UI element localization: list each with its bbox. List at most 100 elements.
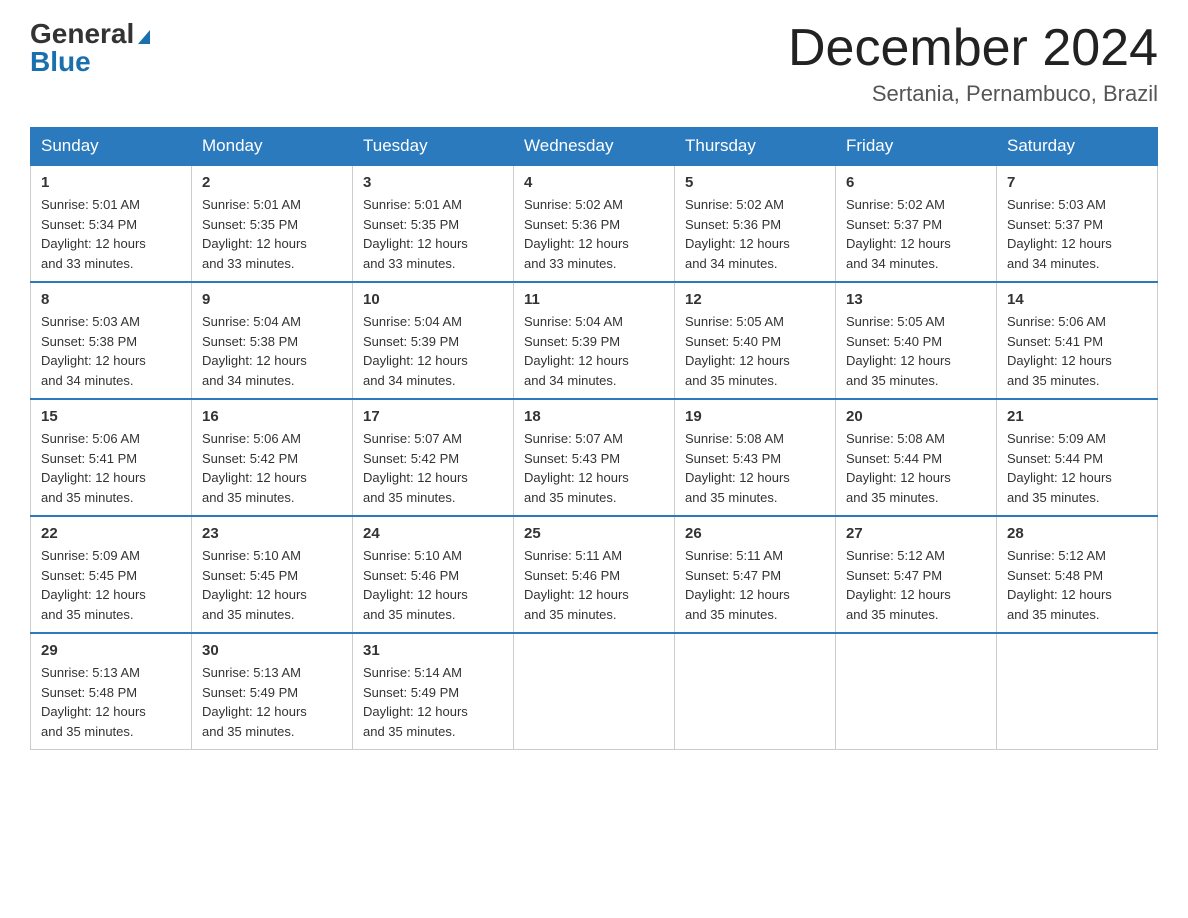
day-number: 5: [685, 174, 825, 191]
day-info: Sunrise: 5:02 AMSunset: 5:36 PMDaylight:…: [685, 197, 790, 271]
calendar-cell: 13 Sunrise: 5:05 AMSunset: 5:40 PMDaylig…: [836, 282, 997, 399]
day-number: 22: [41, 525, 181, 542]
logo-general-text: General: [30, 18, 134, 49]
calendar-cell: 9 Sunrise: 5:04 AMSunset: 5:38 PMDayligh…: [192, 282, 353, 399]
logo: General Blue: [30, 20, 150, 76]
logo-blue-text: Blue: [30, 48, 91, 76]
calendar-cell: 12 Sunrise: 5:05 AMSunset: 5:40 PMDaylig…: [675, 282, 836, 399]
day-number: 14: [1007, 291, 1147, 308]
day-info: Sunrise: 5:08 AMSunset: 5:43 PMDaylight:…: [685, 431, 790, 505]
page-header: General Blue December 2024 Sertania, Per…: [30, 20, 1158, 107]
header-tuesday: Tuesday: [353, 128, 514, 166]
calendar-cell: 2 Sunrise: 5:01 AMSunset: 5:35 PMDayligh…: [192, 165, 353, 282]
header-wednesday: Wednesday: [514, 128, 675, 166]
day-info: Sunrise: 5:13 AMSunset: 5:48 PMDaylight:…: [41, 665, 146, 739]
logo-triangle-icon: [138, 30, 150, 44]
day-number: 16: [202, 408, 342, 425]
calendar-cell: 4 Sunrise: 5:02 AMSunset: 5:36 PMDayligh…: [514, 165, 675, 282]
calendar-cell: 29 Sunrise: 5:13 AMSunset: 5:48 PMDaylig…: [31, 633, 192, 750]
day-number: 20: [846, 408, 986, 425]
day-number: 12: [685, 291, 825, 308]
header-sunday: Sunday: [31, 128, 192, 166]
calendar-cell: 21 Sunrise: 5:09 AMSunset: 5:44 PMDaylig…: [997, 399, 1158, 516]
day-number: 17: [363, 408, 503, 425]
title-block: December 2024 Sertania, Pernambuco, Braz…: [788, 20, 1158, 107]
calendar-cell: 27 Sunrise: 5:12 AMSunset: 5:47 PMDaylig…: [836, 516, 997, 633]
calendar-cell: 1 Sunrise: 5:01 AMSunset: 5:34 PMDayligh…: [31, 165, 192, 282]
day-info: Sunrise: 5:03 AMSunset: 5:38 PMDaylight:…: [41, 314, 146, 388]
calendar-cell: 26 Sunrise: 5:11 AMSunset: 5:47 PMDaylig…: [675, 516, 836, 633]
day-info: Sunrise: 5:04 AMSunset: 5:39 PMDaylight:…: [524, 314, 629, 388]
calendar-cell: [675, 633, 836, 750]
day-info: Sunrise: 5:14 AMSunset: 5:49 PMDaylight:…: [363, 665, 468, 739]
day-info: Sunrise: 5:10 AMSunset: 5:46 PMDaylight:…: [363, 548, 468, 622]
calendar-cell: 16 Sunrise: 5:06 AMSunset: 5:42 PMDaylig…: [192, 399, 353, 516]
day-number: 31: [363, 642, 503, 659]
day-number: 11: [524, 291, 664, 308]
calendar-cell: 6 Sunrise: 5:02 AMSunset: 5:37 PMDayligh…: [836, 165, 997, 282]
header-friday: Friday: [836, 128, 997, 166]
day-number: 6: [846, 174, 986, 191]
day-info: Sunrise: 5:01 AMSunset: 5:35 PMDaylight:…: [202, 197, 307, 271]
calendar-cell: 10 Sunrise: 5:04 AMSunset: 5:39 PMDaylig…: [353, 282, 514, 399]
day-number: 27: [846, 525, 986, 542]
day-number: 13: [846, 291, 986, 308]
day-number: 23: [202, 525, 342, 542]
day-info: Sunrise: 5:02 AMSunset: 5:37 PMDaylight:…: [846, 197, 951, 271]
day-number: 19: [685, 408, 825, 425]
day-number: 2: [202, 174, 342, 191]
day-info: Sunrise: 5:05 AMSunset: 5:40 PMDaylight:…: [685, 314, 790, 388]
day-info: Sunrise: 5:13 AMSunset: 5:49 PMDaylight:…: [202, 665, 307, 739]
logo-general-line: General: [30, 20, 150, 48]
calendar-cell: 3 Sunrise: 5:01 AMSunset: 5:35 PMDayligh…: [353, 165, 514, 282]
calendar-cell: 20 Sunrise: 5:08 AMSunset: 5:44 PMDaylig…: [836, 399, 997, 516]
calendar-cell: 23 Sunrise: 5:10 AMSunset: 5:45 PMDaylig…: [192, 516, 353, 633]
day-info: Sunrise: 5:06 AMSunset: 5:41 PMDaylight:…: [1007, 314, 1112, 388]
calendar-cell: 28 Sunrise: 5:12 AMSunset: 5:48 PMDaylig…: [997, 516, 1158, 633]
header-monday: Monday: [192, 128, 353, 166]
day-number: 30: [202, 642, 342, 659]
calendar-cell: [997, 633, 1158, 750]
day-info: Sunrise: 5:11 AMSunset: 5:46 PMDaylight:…: [524, 548, 629, 622]
day-info: Sunrise: 5:01 AMSunset: 5:35 PMDaylight:…: [363, 197, 468, 271]
location-title: Sertania, Pernambuco, Brazil: [788, 81, 1158, 107]
day-info: Sunrise: 5:02 AMSunset: 5:36 PMDaylight:…: [524, 197, 629, 271]
day-number: 25: [524, 525, 664, 542]
calendar-cell: 18 Sunrise: 5:07 AMSunset: 5:43 PMDaylig…: [514, 399, 675, 516]
day-info: Sunrise: 5:08 AMSunset: 5:44 PMDaylight:…: [846, 431, 951, 505]
calendar-table: SundayMondayTuesdayWednesdayThursdayFrid…: [30, 127, 1158, 750]
day-number: 7: [1007, 174, 1147, 191]
calendar-cell: 5 Sunrise: 5:02 AMSunset: 5:36 PMDayligh…: [675, 165, 836, 282]
day-number: 21: [1007, 408, 1147, 425]
day-number: 3: [363, 174, 503, 191]
day-number: 28: [1007, 525, 1147, 542]
calendar-cell: 19 Sunrise: 5:08 AMSunset: 5:43 PMDaylig…: [675, 399, 836, 516]
day-number: 18: [524, 408, 664, 425]
header-saturday: Saturday: [997, 128, 1158, 166]
day-number: 9: [202, 291, 342, 308]
day-info: Sunrise: 5:07 AMSunset: 5:43 PMDaylight:…: [524, 431, 629, 505]
day-info: Sunrise: 5:06 AMSunset: 5:42 PMDaylight:…: [202, 431, 307, 505]
day-number: 26: [685, 525, 825, 542]
day-info: Sunrise: 5:09 AMSunset: 5:44 PMDaylight:…: [1007, 431, 1112, 505]
day-info: Sunrise: 5:03 AMSunset: 5:37 PMDaylight:…: [1007, 197, 1112, 271]
day-number: 4: [524, 174, 664, 191]
day-number: 24: [363, 525, 503, 542]
day-info: Sunrise: 5:10 AMSunset: 5:45 PMDaylight:…: [202, 548, 307, 622]
day-info: Sunrise: 5:11 AMSunset: 5:47 PMDaylight:…: [685, 548, 790, 622]
day-number: 10: [363, 291, 503, 308]
calendar-cell: 15 Sunrise: 5:06 AMSunset: 5:41 PMDaylig…: [31, 399, 192, 516]
month-title: December 2024: [788, 20, 1158, 77]
day-number: 15: [41, 408, 181, 425]
calendar-cell: 11 Sunrise: 5:04 AMSunset: 5:39 PMDaylig…: [514, 282, 675, 399]
day-info: Sunrise: 5:04 AMSunset: 5:38 PMDaylight:…: [202, 314, 307, 388]
day-number: 8: [41, 291, 181, 308]
day-info: Sunrise: 5:06 AMSunset: 5:41 PMDaylight:…: [41, 431, 146, 505]
calendar-cell: 14 Sunrise: 5:06 AMSunset: 5:41 PMDaylig…: [997, 282, 1158, 399]
calendar-cell: 22 Sunrise: 5:09 AMSunset: 5:45 PMDaylig…: [31, 516, 192, 633]
day-info: Sunrise: 5:01 AMSunset: 5:34 PMDaylight:…: [41, 197, 146, 271]
calendar-cell: 7 Sunrise: 5:03 AMSunset: 5:37 PMDayligh…: [997, 165, 1158, 282]
day-info: Sunrise: 5:04 AMSunset: 5:39 PMDaylight:…: [363, 314, 468, 388]
calendar-cell: 24 Sunrise: 5:10 AMSunset: 5:46 PMDaylig…: [353, 516, 514, 633]
day-info: Sunrise: 5:07 AMSunset: 5:42 PMDaylight:…: [363, 431, 468, 505]
